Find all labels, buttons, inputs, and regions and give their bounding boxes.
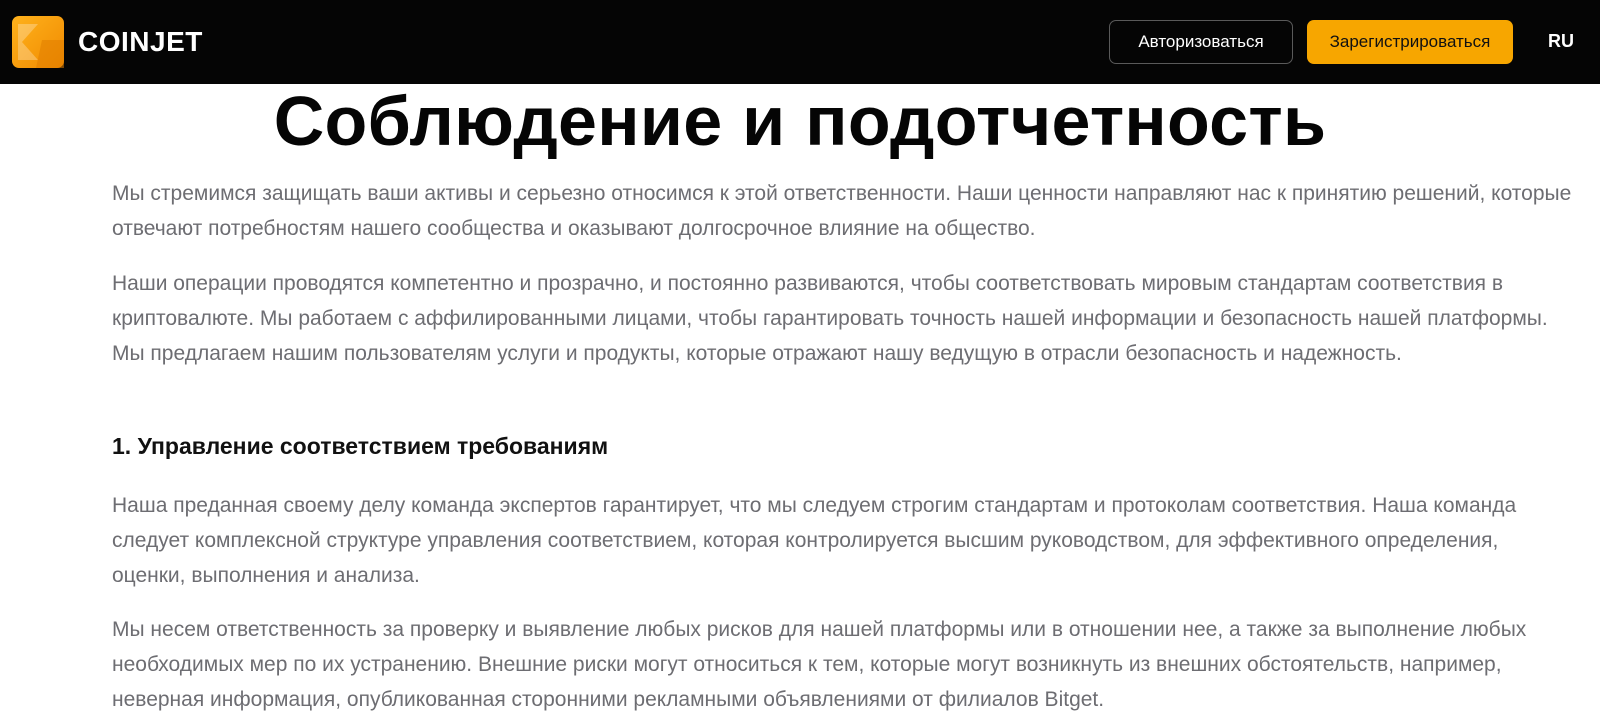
language-selector[interactable]: RU [1548,31,1574,52]
page-title: Соблюдение и подотчетность [273,82,1327,160]
section-1-paragraph-1: Наша преданная своему делу команда экспе… [112,494,1517,587]
section-heading-compliance-management: 1. Управление соответствием требованиям [112,433,609,459]
register-button[interactable]: Зарегистрироваться [1307,20,1513,64]
brand-logo[interactable]: COINJET [12,16,203,68]
coinjet-logo-icon [12,16,64,68]
intro-paragraph-2: Наши операции проводятся компетентно и п… [112,272,1548,365]
login-button[interactable]: Авторизоваться [1109,20,1293,64]
top-navbar: COINJET Авторизоваться Зарегистрироватьс… [0,0,1600,84]
brand-name: COINJET [78,26,203,57]
section-1-paragraph-2: Мы несем ответственность за проверку и в… [112,618,1527,711]
intro-paragraph-1: Мы стремимся защищать ваши активы и серь… [112,182,1572,240]
